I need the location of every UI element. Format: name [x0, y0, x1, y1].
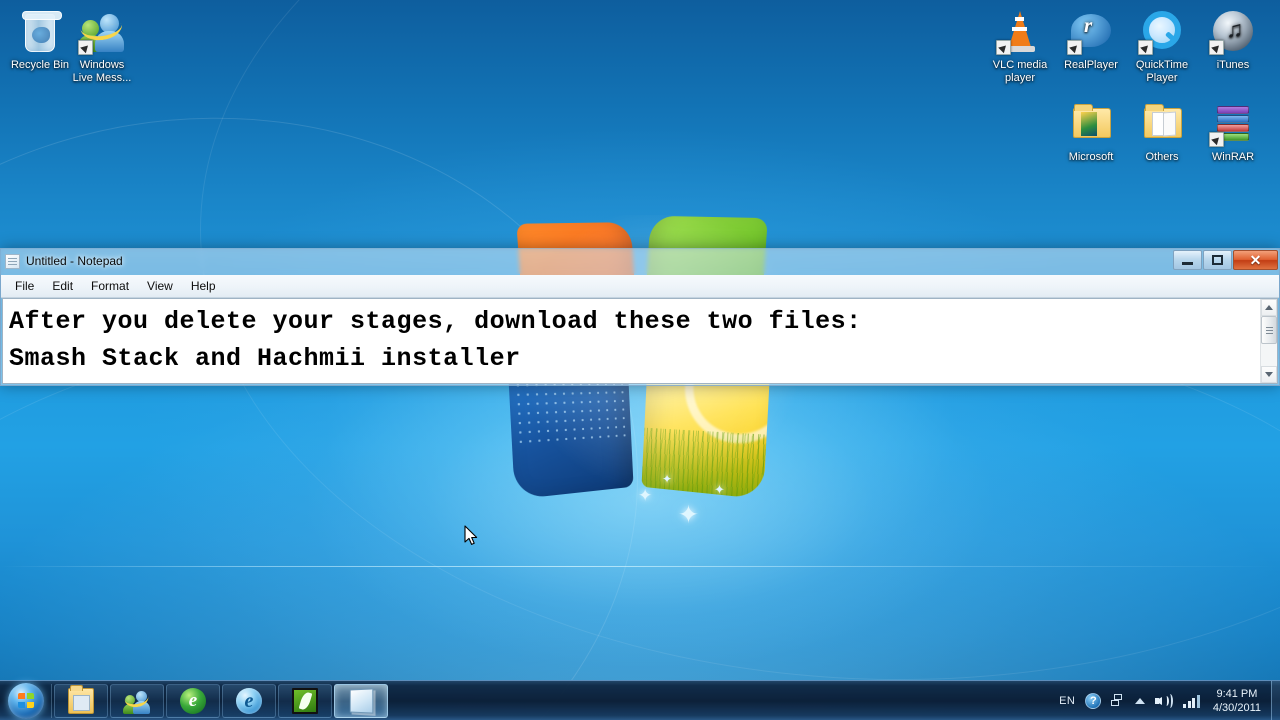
notepad-text-area-container: After you delete your stages, download t… [2, 298, 1278, 384]
show-hidden-icons-arrow-icon [1135, 697, 1146, 704]
messenger-icon [123, 688, 150, 714]
clock-date: 4/30/2011 [1212, 701, 1261, 714]
explorer-folder-icon [68, 684, 94, 714]
windows-start-orb-icon [8, 682, 44, 719]
notepad-text-area[interactable]: After you delete your stages, download t… [3, 299, 1260, 383]
folder-icon [1067, 100, 1115, 148]
taskbar-button-internet-explorer[interactable]: e [222, 683, 276, 718]
desktop-icon-label: VLC media player [992, 59, 1048, 84]
window-controls: ✕ [1172, 250, 1278, 270]
desktop-icon-label: Others [1145, 151, 1179, 163]
notepad-text-line-2: Smash Stack and Hachmii installer [9, 344, 521, 373]
desktop-icon-windows-live-messenger[interactable]: Windows Live Mess... [62, 8, 142, 85]
vlc-media-player-icon [996, 8, 1044, 56]
start-button[interactable] [2, 682, 50, 720]
chevron-down-icon [1265, 372, 1273, 377]
menu-item-help[interactable]: Help [183, 276, 224, 296]
desktop-icon-realplayer[interactable]: r RealPlayer [1051, 8, 1131, 72]
menu-item-view[interactable]: View [139, 276, 181, 296]
notepad-window[interactable]: Untitled - Notepad ✕ File Edit Format Vi… [0, 248, 1280, 386]
taskbar-button-windows-explorer[interactable] [54, 683, 108, 718]
chevron-up-icon [1265, 305, 1273, 310]
scrollbar-thumb[interactable] [1261, 316, 1277, 344]
notepad-menu-bar: File Edit Format View Help [1, 275, 1279, 298]
menu-item-file[interactable]: File [7, 276, 42, 296]
desktop-icon-others-folder[interactable]: Others [1122, 100, 1202, 164]
itunes-icon: ♫ [1209, 8, 1257, 56]
help-icon: ? [1085, 692, 1102, 709]
green-leaf-icon [292, 687, 318, 714]
green-e-icon: e [180, 687, 206, 714]
shortcut-arrow-icon [1209, 40, 1224, 55]
desktop-icon-label: RealPlayer [1064, 59, 1118, 71]
menu-item-format[interactable]: Format [83, 276, 137, 296]
desktop-icon-vlc-media-player[interactable]: VLC media player [980, 8, 1060, 85]
scroll-down-button[interactable] [1261, 366, 1277, 383]
network-icon [1111, 693, 1125, 709]
desktop-icon-winrar[interactable]: WinRAR [1193, 100, 1273, 164]
tray-volume-button[interactable] [1150, 681, 1178, 720]
taskbar-divider [51, 683, 52, 718]
menu-item-edit[interactable]: Edit [44, 276, 81, 296]
tray-clock[interactable]: 9:41 PM 4/30/2011 [1205, 687, 1271, 715]
recycle-bin-icon [16, 8, 64, 56]
windows-live-messenger-icon [78, 8, 126, 56]
desktop-icon-quicktime-player[interactable]: QuickTime Player [1122, 8, 1202, 85]
internet-explorer-icon: e [236, 687, 262, 714]
desktop-icon-label: iTunes [1216, 59, 1250, 71]
taskbar-button-windows-live-messenger[interactable] [110, 683, 164, 718]
notepad-window-title: Untitled - Notepad [26, 254, 123, 268]
winrar-icon [1209, 100, 1257, 148]
scroll-up-button[interactable] [1261, 299, 1277, 316]
minimize-button[interactable] [1173, 250, 1202, 270]
taskbar-button-notepad[interactable] [334, 683, 388, 718]
shortcut-arrow-icon [1067, 40, 1082, 55]
volume-icon [1155, 693, 1174, 709]
restore-button[interactable] [1203, 250, 1232, 270]
desktop-icon-label: Microsoft [1068, 151, 1114, 163]
shortcut-arrow-icon [996, 40, 1011, 55]
grip-icon [1265, 329, 1273, 331]
quicktime-player-icon [1138, 8, 1186, 56]
clock-time: 9:41 PM [1216, 687, 1258, 700]
taskbar[interactable]: e e EN ? 9:41 PM 4/30/2011 [0, 680, 1280, 720]
desktop-icon-label: Windows Live Mess... [72, 59, 132, 84]
notepad-text-line-1: After you delete your stages, download t… [9, 307, 862, 336]
tray-signal-button[interactable] [1178, 681, 1205, 720]
tray-show-hidden-icons-button[interactable] [1130, 681, 1150, 720]
close-button[interactable]: ✕ [1233, 250, 1278, 270]
desktop-icon-itunes[interactable]: ♫ iTunes [1193, 8, 1273, 72]
desktop-icon-label: WinRAR [1211, 151, 1255, 163]
notepad-icon [349, 687, 374, 714]
taskbar-button-green-media-app[interactable] [278, 683, 332, 718]
shortcut-arrow-icon [1209, 132, 1224, 147]
folder-icon [1138, 100, 1186, 148]
wallpaper-horizon-line [0, 566, 1280, 567]
signal-strength-icon [1183, 694, 1200, 708]
notepad-vertical-scrollbar[interactable] [1260, 299, 1277, 383]
realplayer-icon: r [1067, 8, 1115, 56]
tray-network-icon-button[interactable] [1106, 681, 1130, 720]
tray-language-indicator[interactable]: EN [1054, 681, 1080, 720]
desktop-icon-microsoft-folder[interactable]: Microsoft [1051, 100, 1131, 164]
notepad-icon [5, 253, 20, 269]
taskbar-button-green-browser[interactable]: e [166, 683, 220, 718]
system-tray: EN ? 9:41 PM 4/30/2011 [1054, 680, 1280, 720]
tray-help-button[interactable]: ? [1080, 681, 1106, 720]
shortcut-arrow-icon [78, 40, 93, 55]
show-desktop-button[interactable] [1271, 680, 1280, 720]
shortcut-arrow-icon [1138, 40, 1153, 55]
notepad-title-bar[interactable]: Untitled - Notepad ✕ [0, 248, 1280, 274]
desktop-icon-label: QuickTime Player [1135, 59, 1189, 84]
close-icon: ✕ [1249, 252, 1262, 268]
scrollbar-track[interactable] [1261, 316, 1277, 366]
